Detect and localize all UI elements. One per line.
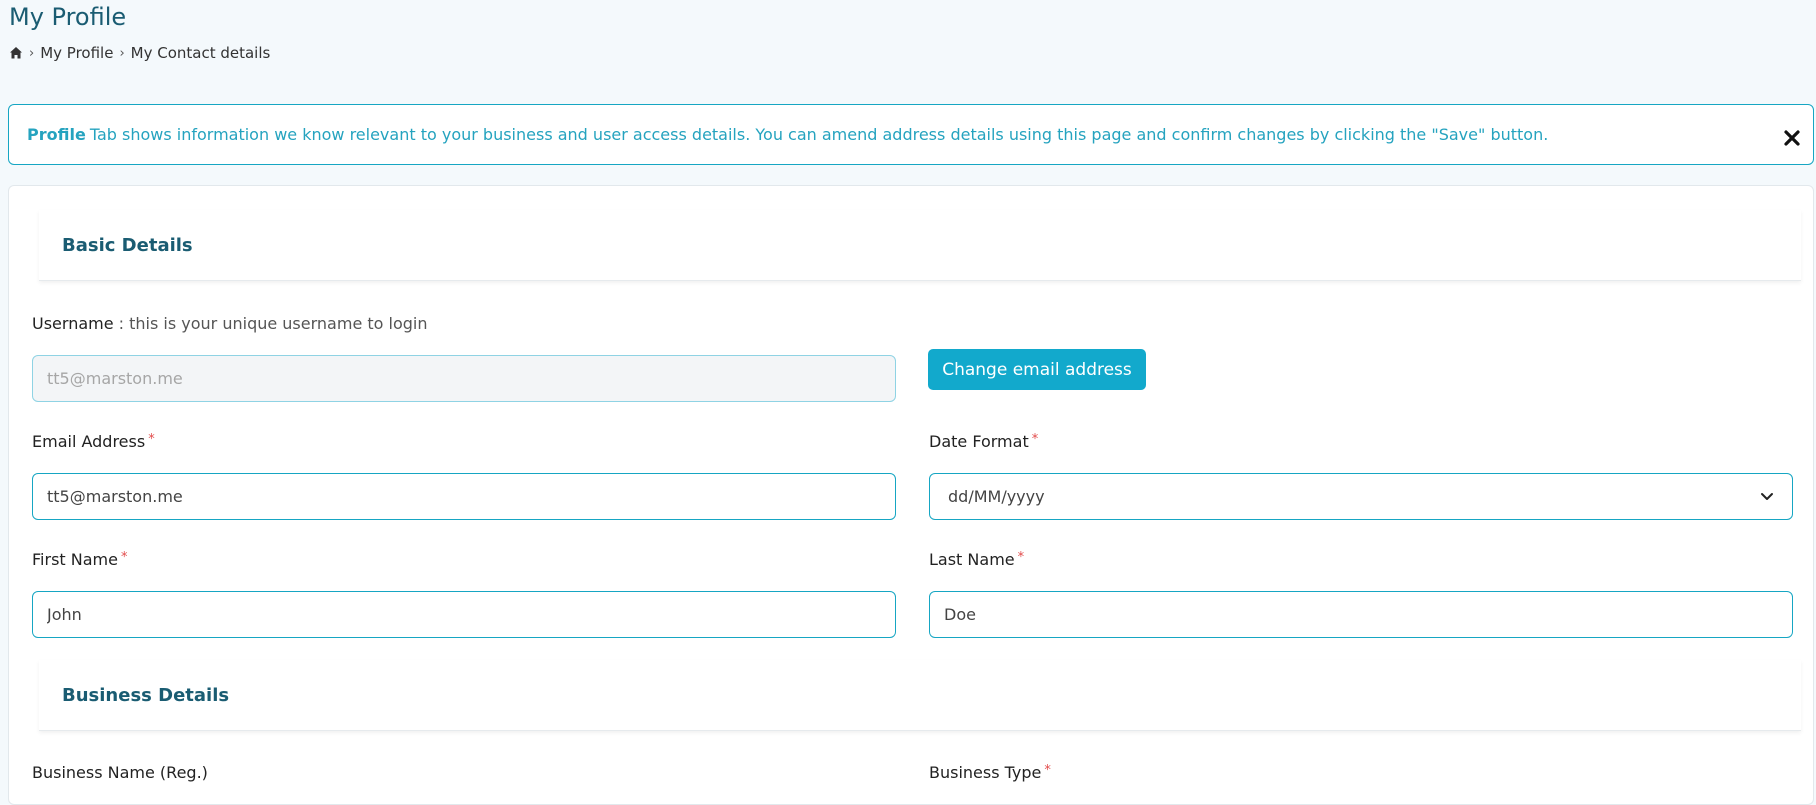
last-name-label: Last Name * — [929, 550, 1024, 569]
business-details-title: Business Details — [62, 684, 230, 706]
business-type-label-text: Business Type — [929, 763, 1042, 782]
required-marker: * — [1017, 550, 1025, 565]
close-icon[interactable] — [1783, 129, 1801, 147]
date-format-label: Date Format * — [929, 432, 1038, 451]
business-name-label-text: Business Name (Reg.) — [32, 763, 208, 782]
profile-form-card: Basic Details Username : this is your un… — [8, 185, 1814, 805]
date-format-label-text: Date Format — [929, 432, 1029, 451]
first-name-label-text: First Name — [32, 550, 118, 569]
chevron-right-icon: › — [29, 45, 35, 61]
business-name-label: Business Name (Reg.) — [32, 763, 208, 782]
first-name-label: First Name * — [32, 550, 127, 569]
email-label: Email Address * — [32, 432, 155, 451]
last-name-label-text: Last Name — [929, 550, 1015, 569]
required-marker: * — [120, 550, 128, 565]
change-email-button[interactable]: Change email address — [928, 349, 1146, 390]
chevron-down-icon — [1761, 492, 1773, 500]
breadcrumb: › My Profile › My Contact details — [9, 44, 270, 62]
basic-details-header: Basic Details — [39, 210, 1801, 281]
first-name-input[interactable] — [32, 591, 896, 638]
business-details-header: Business Details — [39, 660, 1801, 731]
home-icon[interactable] — [9, 46, 23, 60]
username-hint: : this is your unique username to login — [113, 314, 428, 333]
required-marker: * — [148, 432, 155, 447]
info-banner-text: Tab shows information we know relevant t… — [89, 125, 1549, 144]
business-type-label: Business Type * — [929, 763, 1051, 782]
breadcrumb-item-my-contact-details: My Contact details — [130, 44, 271, 62]
info-banner-strong: Profile — [27, 125, 86, 144]
required-marker: * — [1044, 763, 1051, 778]
username-label: Username : this is your unique username … — [32, 314, 428, 333]
breadcrumb-item-my-profile[interactable]: My Profile — [40, 44, 113, 62]
email-input[interactable] — [32, 473, 896, 520]
required-marker: * — [1031, 432, 1039, 447]
username-input[interactable] — [32, 355, 896, 402]
basic-details-title: Basic Details — [62, 234, 193, 256]
chevron-right-icon: › — [119, 45, 125, 61]
email-label-text: Email Address — [32, 432, 146, 451]
date-format-select[interactable]: dd/MM/yyyy — [929, 473, 1793, 520]
page-title: My Profile — [9, 3, 127, 31]
info-banner: Profile Tab shows information we know re… — [8, 104, 1814, 165]
last-name-input[interactable] — [929, 591, 1793, 638]
username-label-text: Username — [32, 314, 114, 333]
date-format-value: dd/MM/yyyy — [948, 487, 1045, 506]
